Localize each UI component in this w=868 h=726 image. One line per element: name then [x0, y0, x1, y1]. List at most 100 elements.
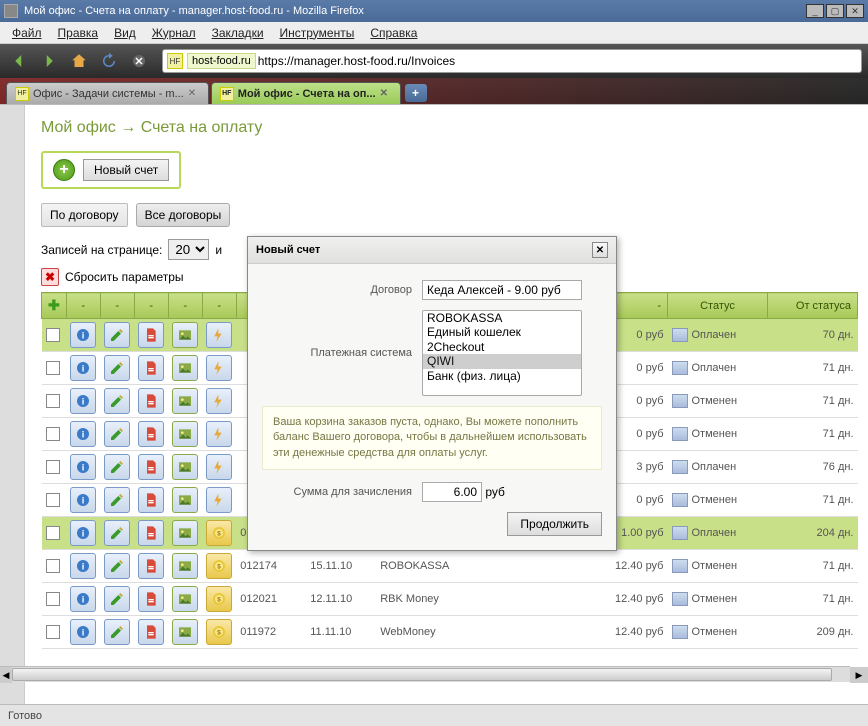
window-close-button[interactable]: ✕ — [846, 4, 864, 18]
filter-contracts-select[interactable]: Все договоры — [136, 203, 231, 227]
menu-help[interactable]: Справка — [362, 24, 425, 42]
menu-journal[interactable]: Журнал — [144, 24, 204, 42]
row-checkbox[interactable] — [46, 427, 60, 441]
pdf-icon[interactable] — [138, 553, 164, 579]
edit-icon[interactable] — [104, 487, 130, 513]
table-row[interactable]: i$01197211.11.10WebMoney12.40 рубОтменен… — [42, 616, 858, 649]
image-icon[interactable] — [172, 586, 198, 612]
menu-bookmarks[interactable]: Закладки — [204, 24, 272, 42]
row-checkbox[interactable] — [46, 559, 60, 573]
coin-icon[interactable]: $ — [206, 553, 232, 579]
image-icon[interactable] — [172, 355, 198, 381]
breadcrumb-root[interactable]: Мой офис — [41, 119, 116, 136]
row-checkbox[interactable] — [46, 460, 60, 474]
info-icon[interactable]: i — [70, 487, 96, 513]
pdf-icon[interactable] — [138, 388, 164, 414]
row-checkbox[interactable] — [46, 526, 60, 540]
tab-tasks[interactable]: HF Офис - Задачи системы - m... ✕ — [6, 82, 209, 104]
edit-icon[interactable] — [104, 421, 130, 447]
info-icon[interactable]: i — [70, 520, 96, 546]
bolt-icon[interactable] — [206, 487, 232, 513]
pdf-icon[interactable] — [138, 454, 164, 480]
pdf-icon[interactable] — [138, 619, 164, 645]
table-row[interactable]: i$01217415.11.10ROBOKASSA12.40 рубОтмене… — [42, 550, 858, 583]
back-button[interactable] — [6, 48, 32, 74]
row-checkbox[interactable] — [46, 625, 60, 639]
info-icon[interactable]: i — [70, 586, 96, 612]
bolt-icon[interactable] — [206, 454, 232, 480]
pdf-icon[interactable] — [138, 586, 164, 612]
stop-button[interactable] — [126, 48, 152, 74]
image-icon[interactable] — [172, 322, 198, 348]
coin-icon[interactable]: $ — [206, 619, 232, 645]
payment-system-select[interactable]: ROBOKASSAЕдиный кошелек2CheckoutQIWIБанк… — [422, 310, 582, 396]
scroll-left-icon[interactable]: ◀ — [0, 667, 12, 683]
edit-icon[interactable] — [104, 520, 130, 546]
bolt-icon[interactable] — [206, 322, 232, 348]
info-icon[interactable]: i — [70, 322, 96, 348]
info-icon[interactable]: i — [70, 454, 96, 480]
new-tab-button[interactable]: + — [405, 84, 427, 102]
scroll-right-icon[interactable]: ▶ — [850, 667, 868, 683]
url-input[interactable] — [258, 54, 857, 68]
col-status[interactable]: Статус — [668, 293, 768, 319]
tab-close-icon[interactable]: ✕ — [188, 88, 200, 100]
horizontal-scrollbar[interactable]: ◀ ▶ — [0, 666, 850, 682]
home-button[interactable] — [66, 48, 92, 74]
edit-icon[interactable] — [104, 322, 130, 348]
info-icon[interactable]: i — [70, 355, 96, 381]
menu-tools[interactable]: Инструменты — [272, 24, 363, 42]
amount-input[interactable] — [422, 482, 482, 502]
image-icon[interactable] — [172, 520, 198, 546]
image-icon[interactable] — [172, 619, 198, 645]
info-icon[interactable]: i — [70, 553, 96, 579]
row-checkbox[interactable] — [46, 493, 60, 507]
edit-icon[interactable] — [104, 355, 130, 381]
pdf-icon[interactable] — [138, 421, 164, 447]
edit-icon[interactable] — [104, 586, 130, 612]
window-minimize-button[interactable]: _ — [806, 4, 824, 18]
row-checkbox[interactable] — [46, 592, 60, 606]
edit-icon[interactable] — [104, 388, 130, 414]
records-select[interactable]: 20 — [168, 239, 209, 260]
edit-icon[interactable] — [104, 454, 130, 480]
scrollbar-thumb[interactable] — [12, 668, 832, 681]
row-checkbox[interactable] — [46, 361, 60, 375]
pdf-icon[interactable] — [138, 322, 164, 348]
image-icon[interactable] — [172, 553, 198, 579]
url-bar[interactable]: HF host-food.ru — [162, 49, 862, 73]
menu-view[interactable]: Вид — [106, 24, 144, 42]
table-row[interactable]: i$01202112.11.10RBK Money12.40 рубОтмене… — [42, 583, 858, 616]
submit-button[interactable]: Продолжить — [507, 512, 602, 536]
row-checkbox[interactable] — [46, 328, 60, 342]
new-invoice-button[interactable]: Новый счет — [83, 159, 169, 181]
contract-input[interactable] — [422, 280, 582, 300]
image-icon[interactable] — [172, 388, 198, 414]
info-icon[interactable]: i — [70, 421, 96, 447]
reset-label[interactable]: Сбросить параметры — [65, 270, 184, 284]
image-icon[interactable] — [172, 454, 198, 480]
pdf-icon[interactable] — [138, 355, 164, 381]
edit-icon[interactable] — [104, 553, 130, 579]
modal-close-button[interactable]: ✕ — [592, 242, 608, 258]
modal-header[interactable]: Новый счет ✕ — [248, 237, 616, 264]
reset-icon[interactable]: ✖ — [41, 268, 59, 286]
image-icon[interactable] — [172, 421, 198, 447]
bolt-icon[interactable] — [206, 355, 232, 381]
row-checkbox[interactable] — [46, 394, 60, 408]
tab-close-icon[interactable]: ✕ — [380, 88, 392, 100]
pdf-icon[interactable] — [138, 487, 164, 513]
info-icon[interactable]: i — [70, 388, 96, 414]
reload-button[interactable] — [96, 48, 122, 74]
image-icon[interactable] — [172, 487, 198, 513]
coin-icon[interactable]: $ — [206, 520, 232, 546]
coin-icon[interactable]: $ — [206, 586, 232, 612]
bolt-icon[interactable] — [206, 421, 232, 447]
info-icon[interactable]: i — [70, 619, 96, 645]
add-row-icon[interactable]: ✚ — [48, 297, 60, 313]
forward-button[interactable] — [36, 48, 62, 74]
tab-invoices[interactable]: HF Мой офис - Счета на оп... ✕ — [211, 82, 401, 104]
bolt-icon[interactable] — [206, 388, 232, 414]
col-from-status[interactable]: От статуса — [768, 293, 858, 319]
pdf-icon[interactable] — [138, 520, 164, 546]
